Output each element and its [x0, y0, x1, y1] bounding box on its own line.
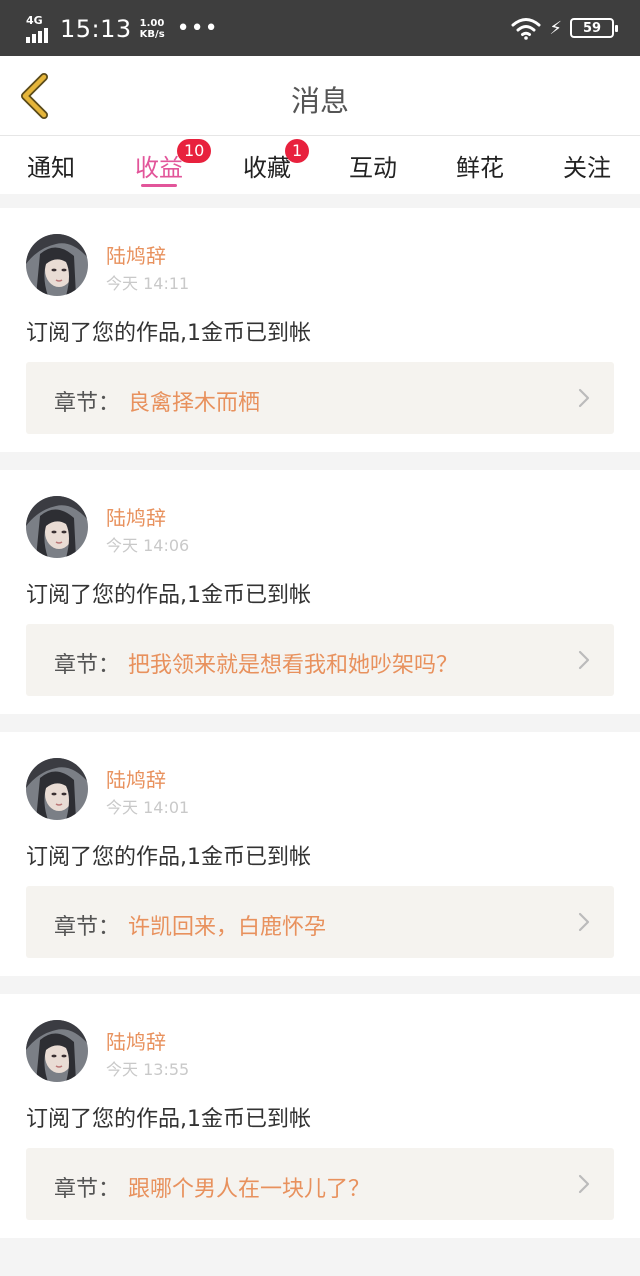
chapter-link[interactable]: 章节： 良禽择木而栖	[26, 362, 614, 434]
wifi-icon	[511, 18, 541, 40]
chapter-label: 章节：	[54, 653, 121, 678]
tab-label: 关注	[563, 154, 611, 182]
avatar[interactable]	[26, 496, 88, 558]
chapter-title: 许凯回来，白鹿怀孕	[128, 915, 327, 940]
charging-icon: ⚡	[549, 17, 562, 39]
more-notifications-icon: •••	[176, 16, 219, 41]
chapter-link[interactable]: 章节： 许凯回来，白鹿怀孕	[26, 886, 614, 958]
message-text: 订阅了您的作品,1金币已到帐	[26, 845, 311, 870]
unread-count-badge: 10	[177, 139, 212, 163]
network-type: 4G	[26, 14, 43, 27]
chapter-title: 跟哪个男人在一块儿了？	[128, 1177, 371, 1202]
tab-bar: 通知 收益 10 收藏 1 互动 鲜花 关注	[0, 136, 640, 194]
unread-count-badge: 1	[285, 139, 310, 163]
message-card: 陆鸠辞 今天 14:01 订阅了您的作品,1金币已到帐 章节： 许凯回来，白鹿怀…	[0, 732, 640, 976]
message-text: 订阅了您的作品,1金币已到帐	[26, 583, 311, 608]
chapter-title: 良禽择木而栖	[128, 391, 261, 416]
message-time: 今天 14:06	[106, 536, 190, 555]
message-time: 今天 14:11	[106, 274, 190, 293]
chapter-title: 把我领来就是想看我和她吵架吗？	[128, 653, 459, 678]
tab-interactions[interactable]: 互动	[333, 148, 413, 183]
avatar[interactable]	[26, 234, 88, 296]
tab-label: 鲜花	[456, 154, 504, 182]
network-speed: 1.00 KB/s	[139, 18, 165, 40]
message-time: 今天 14:01	[106, 798, 190, 817]
tab-label: 收藏	[243, 154, 291, 182]
app-header: 消息	[0, 56, 640, 136]
chevron-right-icon	[578, 1174, 590, 1194]
message-time: 今天 13:55	[106, 1060, 190, 1079]
message-card: 陆鸠辞 今天 13:55 订阅了您的作品,1金币已到帐 章节： 跟哪个男人在一块…	[0, 994, 640, 1238]
username[interactable]: 陆鸠辞	[106, 502, 166, 531]
active-tab-indicator	[141, 184, 177, 187]
chevron-right-icon	[578, 388, 590, 408]
message-card: 陆鸠辞 今天 14:06 订阅了您的作品,1金币已到帐 章节： 把我领来就是想看…	[0, 470, 640, 714]
tab-earnings[interactable]: 收益 10	[119, 139, 212, 187]
tab-notifications[interactable]: 通知	[11, 148, 91, 183]
tab-label: 通知	[27, 154, 75, 182]
status-bar: 4G 15:13 1.00 KB/s ••• ⚡ 59	[0, 0, 640, 56]
chapter-link[interactable]: 章节： 把我领来就是想看我和她吵架吗？	[26, 624, 614, 696]
page-title: 消息	[290, 84, 349, 118]
avatar[interactable]	[26, 758, 88, 820]
message-text: 订阅了您的作品,1金币已到帐	[26, 1107, 311, 1132]
tab-label: 互动	[349, 154, 397, 182]
username[interactable]: 陆鸠辞	[106, 764, 166, 793]
battery-icon: 59	[570, 18, 618, 38]
tab-label: 收益	[135, 154, 183, 182]
chapter-label: 章节：	[54, 391, 121, 416]
chapter-label: 章节：	[54, 1177, 121, 1202]
chapter-label: 章节：	[54, 915, 121, 940]
tab-flowers[interactable]: 鲜花	[440, 148, 520, 183]
username[interactable]: 陆鸠辞	[106, 240, 166, 269]
clock: 15:13	[60, 15, 132, 43]
message-text: 订阅了您的作品,1金币已到帐	[26, 321, 311, 346]
avatar[interactable]	[26, 1020, 88, 1082]
chevron-right-icon	[578, 912, 590, 932]
message-card: 陆鸠辞 今天 14:11 订阅了您的作品,1金币已到帐 章节： 良禽择木而栖	[0, 208, 640, 452]
tab-following[interactable]: 关注	[547, 148, 627, 183]
username[interactable]: 陆鸠辞	[106, 1026, 166, 1055]
chevron-right-icon	[578, 650, 590, 670]
chapter-link[interactable]: 章节： 跟哪个男人在一块儿了？	[26, 1148, 614, 1220]
cellular-signal-icon: 4G	[26, 15, 56, 43]
tab-favorites[interactable]: 收藏 1	[227, 139, 310, 183]
battery-level: 59	[582, 20, 602, 36]
